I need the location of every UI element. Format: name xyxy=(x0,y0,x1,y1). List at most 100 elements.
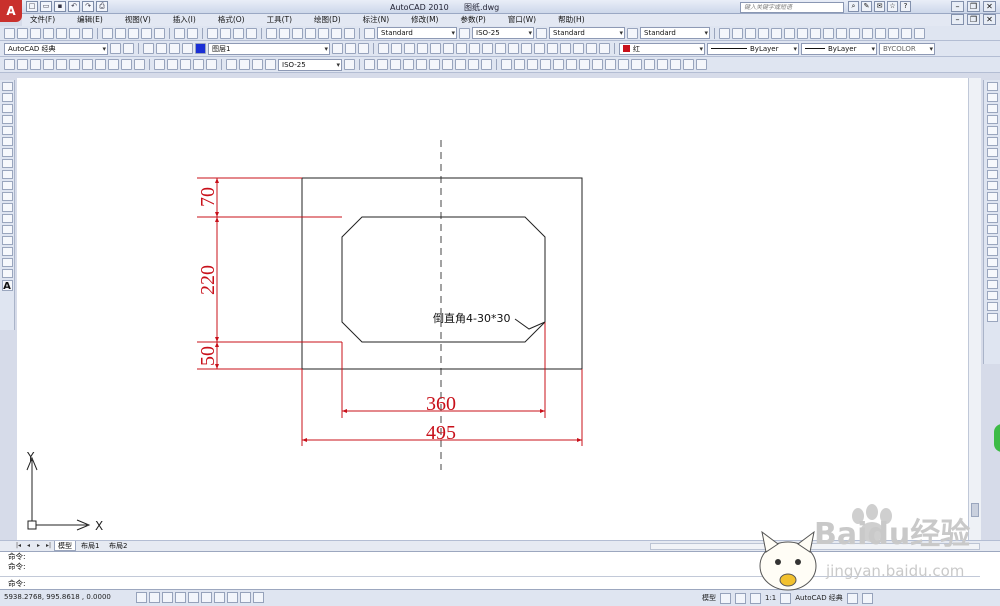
ellipse-arc-icon[interactable] xyxy=(1,192,13,201)
autocad-logo-icon[interactable]: A xyxy=(0,0,22,22)
menu-file[interactable]: 文件(F) xyxy=(30,14,55,26)
modeling-icon[interactable] xyxy=(378,43,389,54)
publish-icon[interactable] xyxy=(69,27,80,39)
favorites-icon[interactable]: ☆ xyxy=(887,1,898,12)
erase-icon[interactable] xyxy=(986,82,998,91)
polar-icon[interactable] xyxy=(175,592,186,603)
view-icon[interactable] xyxy=(849,27,860,39)
draw-order-icon[interactable] xyxy=(986,280,998,289)
make-current-icon[interactable] xyxy=(332,43,343,54)
layer-state-icon[interactable] xyxy=(358,43,369,54)
snap-icon[interactable] xyxy=(631,59,642,70)
modeling-icon[interactable] xyxy=(456,43,467,54)
next-tab-icon[interactable]: ▸ xyxy=(34,542,43,550)
snap-icon[interactable] xyxy=(605,59,616,70)
inquiry-icon[interactable] xyxy=(377,59,388,70)
view-icon[interactable] xyxy=(901,27,912,39)
view-icon[interactable] xyxy=(914,27,925,39)
scroll-thumb[interactable] xyxy=(971,503,979,517)
fillet-icon[interactable] xyxy=(986,247,998,256)
color-select[interactable]: 红 xyxy=(619,42,705,55)
gradient-icon[interactable] xyxy=(1,247,13,256)
inquiry-icon[interactable] xyxy=(481,59,492,70)
polyline-icon[interactable] xyxy=(1,104,13,113)
redo-icon[interactable] xyxy=(187,27,198,39)
inquiry-icon[interactable] xyxy=(429,59,440,70)
sheet-set-icon[interactable] xyxy=(305,27,316,39)
menu-modify[interactable]: 修改(M) xyxy=(411,14,438,26)
quick-dim-icon[interactable] xyxy=(108,59,119,70)
modeling-icon[interactable] xyxy=(391,43,402,54)
open-icon[interactable] xyxy=(17,27,28,39)
layer-previous-icon[interactable] xyxy=(345,43,356,54)
vertical-scrollbar[interactable] xyxy=(968,78,981,540)
save-icon[interactable]: ▪ xyxy=(54,1,66,12)
jog-line-icon[interactable] xyxy=(226,59,237,70)
help-icon[interactable] xyxy=(344,27,355,39)
baseline-icon[interactable] xyxy=(121,59,132,70)
view-icon[interactable] xyxy=(836,27,847,39)
menu-dimension[interactable]: 标注(N) xyxy=(363,14,389,26)
stretch-icon[interactable] xyxy=(986,170,998,179)
model-label[interactable]: 模型 xyxy=(702,592,716,604)
view-icon[interactable] xyxy=(784,27,795,39)
open-file-icon[interactable]: ▭ xyxy=(40,1,52,12)
calculator-icon[interactable] xyxy=(331,27,342,39)
dim-style-select[interactable]: ISO-25 xyxy=(472,27,534,39)
menu-parametric[interactable]: 参数(P) xyxy=(460,14,485,26)
dim-break-icon[interactable] xyxy=(167,59,178,70)
inquiry-icon[interactable] xyxy=(442,59,453,70)
redo-icon[interactable]: ↷ xyxy=(82,1,94,12)
close-icon[interactable]: ✕ xyxy=(983,1,996,12)
new-file-icon[interactable]: □ xyxy=(26,1,38,12)
otrack-icon[interactable] xyxy=(201,592,212,603)
inquiry-icon[interactable] xyxy=(403,59,414,70)
zoom-icon[interactable] xyxy=(750,592,761,604)
clean-screen-icon[interactable] xyxy=(861,592,873,604)
match-properties-icon[interactable] xyxy=(141,27,152,39)
linetype-select[interactable]: ByLayer xyxy=(707,42,799,55)
snap-icon[interactable] xyxy=(696,59,707,70)
ortho-icon[interactable] xyxy=(162,592,173,603)
workspace-switch[interactable]: AutoCAD 经典 xyxy=(795,592,843,604)
snap-icon[interactable] xyxy=(657,59,668,70)
plot-preview-icon[interactable] xyxy=(56,27,67,39)
insert-block-icon[interactable] xyxy=(1,203,13,212)
command-input[interactable]: 命令: xyxy=(0,576,980,589)
aligned-dim-icon[interactable] xyxy=(17,59,28,70)
text-style-select[interactable]: Standard xyxy=(377,27,457,39)
rectangle-icon[interactable] xyxy=(1,126,13,135)
multiline-text-icon[interactable]: A xyxy=(1,280,13,292)
snap-icon[interactable] xyxy=(579,59,590,70)
circle-icon[interactable] xyxy=(1,148,13,157)
view-icon[interactable] xyxy=(771,27,782,39)
draw-order-icon[interactable] xyxy=(986,269,998,278)
plot-icon[interactable]: ⎙ xyxy=(96,1,108,12)
doc-close-icon[interactable]: ✕ xyxy=(983,14,996,25)
modeling-icon[interactable] xyxy=(586,43,597,54)
angular-icon[interactable] xyxy=(95,59,106,70)
extend-icon[interactable] xyxy=(986,192,998,201)
menu-tools[interactable]: 工具(T) xyxy=(267,14,292,26)
revision-cloud-icon[interactable] xyxy=(1,159,13,168)
pan-icon[interactable] xyxy=(735,592,746,604)
modeling-icon[interactable] xyxy=(521,43,532,54)
tab-model[interactable]: 模型 xyxy=(54,541,76,551)
spline-icon[interactable] xyxy=(1,170,13,179)
markup-icon[interactable] xyxy=(318,27,329,39)
tab-layout1[interactable]: 布局1 xyxy=(78,541,102,551)
mleader-style-select[interactable]: Standard xyxy=(640,27,710,39)
offset-icon[interactable] xyxy=(986,115,998,124)
dim-update-icon[interactable] xyxy=(265,59,276,70)
tab-layout2[interactable]: 布局2 xyxy=(106,541,130,551)
mirror-icon[interactable] xyxy=(986,104,998,113)
ordinate-icon[interactable] xyxy=(43,59,54,70)
tolerance-icon[interactable] xyxy=(180,59,191,70)
quick-properties-icon[interactable] xyxy=(253,592,264,603)
lock-icon[interactable] xyxy=(846,592,858,604)
continue-icon[interactable] xyxy=(134,59,145,70)
dim-edit-icon[interactable] xyxy=(239,59,250,70)
undo-icon[interactable]: ↶ xyxy=(68,1,80,12)
snap-icon[interactable] xyxy=(501,59,512,70)
dyn-icon[interactable] xyxy=(227,592,238,603)
